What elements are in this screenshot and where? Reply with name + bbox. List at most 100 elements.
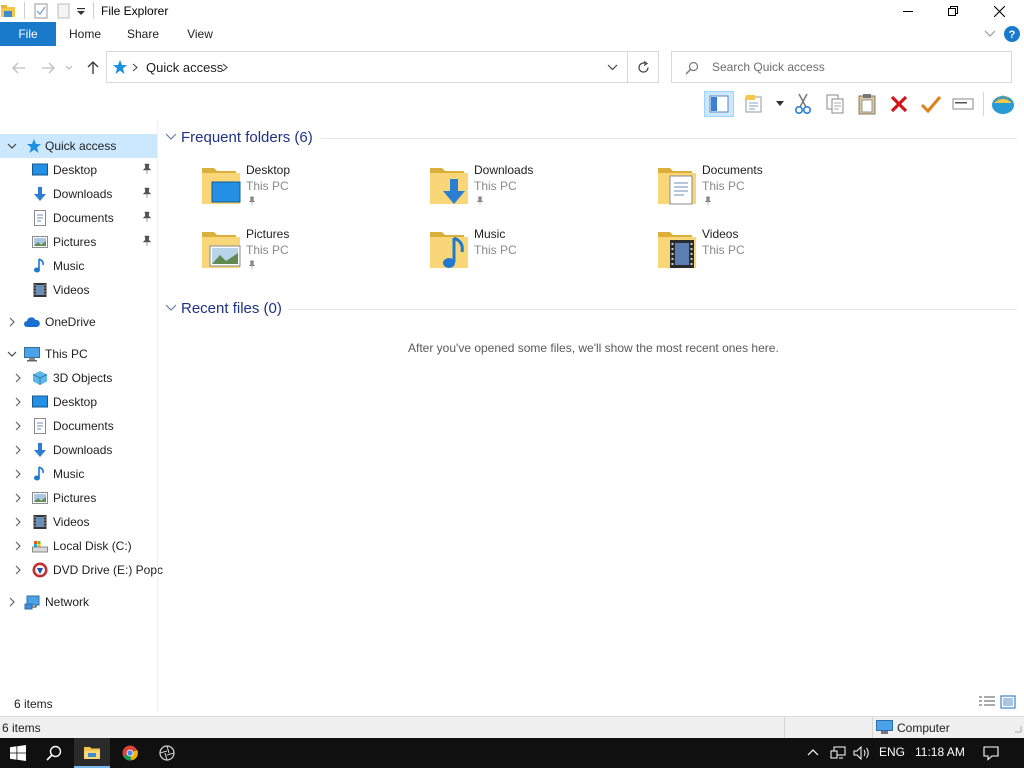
forward-button[interactable] (38, 58, 58, 78)
chevron-right-icon[interactable] (6, 596, 18, 608)
chevron-right-icon[interactable] (12, 564, 24, 576)
nav-network[interactable]: Network (0, 590, 157, 614)
chevron-right-icon[interactable] (12, 540, 24, 552)
file-explorer-app-icon[interactable] (0, 3, 16, 19)
nav-qa-pictures[interactable]: Pictures (0, 230, 157, 254)
action-center-button[interactable] (983, 745, 999, 761)
chevron-right-icon[interactable] (12, 468, 24, 480)
nav-qa-music[interactable]: Music (0, 254, 157, 278)
nav-item-label: Desktop (53, 395, 98, 409)
nav-qa-downloads[interactable]: Downloads (0, 182, 157, 206)
tab-view[interactable]: View (176, 22, 224, 46)
show-hidden-icons-button[interactable] (807, 747, 819, 757)
taskbar-chrome[interactable] (112, 738, 148, 768)
pin-icon[interactable] (141, 187, 153, 199)
chevron-down-icon[interactable] (165, 132, 177, 142)
web-button[interactable] (988, 91, 1018, 117)
chevron-down-icon[interactable] (6, 140, 18, 152)
nav-pc-local-disk[interactable]: Local Disk (C:) (0, 534, 157, 558)
nav-quick-access[interactable]: Quick access (0, 134, 157, 158)
resize-grip-icon[interactable] (1012, 723, 1022, 733)
nav-pc-documents[interactable]: Documents (0, 414, 157, 438)
folder-tile-pictures[interactable]: Pictures This PC (200, 226, 410, 282)
restore-button[interactable] (930, 0, 976, 22)
pane-splitter[interactable] (157, 120, 158, 712)
pin-icon[interactable] (141, 211, 153, 223)
help-icon[interactable]: ? (1004, 26, 1020, 42)
nav-pc-videos[interactable]: Videos (0, 510, 157, 534)
folder-tile-downloads[interactable]: Downloads This PC (428, 162, 638, 218)
refresh-button[interactable] (628, 51, 659, 83)
folder-tile-videos[interactable]: Videos This PC (656, 226, 866, 282)
nav-pc-3d-objects[interactable]: 3D Objects (0, 366, 157, 390)
start-button[interactable] (0, 738, 36, 768)
breadcrumb-separator-icon[interactable] (132, 63, 138, 72)
taskbar-app[interactable] (149, 738, 185, 768)
nav-pc-music[interactable]: Music (0, 462, 157, 486)
nav-qa-desktop[interactable]: Desktop (0, 158, 157, 182)
copy-button[interactable] (820, 91, 850, 117)
taskbar-clock[interactable]: 11:18 AM (915, 745, 965, 759)
delete-button[interactable] (884, 91, 914, 117)
chevron-right-icon[interactable] (12, 444, 24, 456)
apply-button[interactable] (916, 91, 946, 117)
language-indicator[interactable]: ENG (879, 745, 905, 759)
chevron-right-icon[interactable] (12, 420, 24, 432)
tab-file[interactable]: File (0, 22, 56, 46)
breadcrumb-chevron-icon[interactable] (222, 63, 228, 72)
frequent-folders-header[interactable]: Frequent folders (6) (165, 128, 1017, 148)
folder-tile-desktop[interactable]: Desktop This PC (200, 162, 410, 218)
taskbar-file-explorer[interactable] (74, 738, 110, 768)
new-folder-qat-icon[interactable] (57, 3, 71, 19)
chevron-right-icon[interactable] (12, 492, 24, 504)
pin-icon[interactable] (141, 163, 153, 175)
folder-tile-documents[interactable]: Documents This PC (656, 162, 866, 218)
details-view-button[interactable] (978, 695, 996, 711)
nav-pc-desktop[interactable]: Desktop (0, 390, 157, 414)
nav-onedrive[interactable]: OneDrive (0, 310, 157, 334)
nav-qa-documents[interactable]: Documents (0, 206, 157, 230)
tab-share[interactable]: Share (118, 22, 168, 46)
cut-button[interactable] (788, 91, 818, 117)
preview-pane-button[interactable] (704, 91, 734, 117)
expand-ribbon-icon[interactable] (984, 29, 996, 39)
rename-button[interactable] (948, 91, 978, 117)
network-tray-icon[interactable] (830, 746, 846, 760)
taskbar-search-button[interactable] (36, 738, 72, 768)
chevron-down-icon[interactable] (6, 348, 18, 360)
folder-tile-music[interactable]: Music This PC (428, 226, 638, 282)
nav-this-pc-label: This PC (45, 347, 88, 361)
svg-text:?: ? (1009, 29, 1016, 41)
paste-button[interactable] (852, 91, 882, 117)
tab-home[interactable]: Home (60, 22, 110, 46)
globe-shell-icon (992, 95, 1014, 114)
large-icons-view-button[interactable] (1000, 695, 1018, 711)
properties-dropdown-icon[interactable] (776, 101, 784, 106)
chevron-right-icon[interactable] (6, 316, 18, 328)
nav-pc-pictures[interactable]: Pictures (0, 486, 157, 510)
chevron-right-icon[interactable] (12, 516, 24, 528)
pin-icon[interactable] (141, 235, 153, 247)
breadcrumb-quick-access[interactable]: Quick access (146, 60, 223, 75)
properties-qat-icon[interactable] (34, 3, 48, 19)
nav-pc-dvd-drive[interactable]: DVD Drive (E:) Popc (0, 558, 163, 582)
up-button[interactable] (83, 58, 103, 78)
recent-files-header[interactable]: Recent files (0) (165, 299, 1017, 319)
chevron-down-icon[interactable] (165, 303, 177, 313)
folder-location: This PC (702, 243, 745, 257)
chevron-right-icon[interactable] (12, 396, 24, 408)
nav-pc-downloads[interactable]: Downloads (0, 438, 157, 462)
search-box[interactable]: Search Quick access (671, 51, 1012, 83)
nav-this-pc[interactable]: This PC (0, 342, 157, 366)
close-button[interactable] (976, 0, 1022, 22)
chevron-right-icon[interactable] (12, 372, 24, 384)
address-history-dropdown-icon[interactable] (607, 64, 618, 71)
back-button[interactable] (9, 58, 29, 78)
customize-qat-dropdown-icon[interactable] (76, 8, 86, 16)
minimize-button[interactable] (885, 0, 931, 22)
volume-tray-icon[interactable] (853, 746, 871, 760)
recent-locations-button[interactable] (62, 58, 76, 78)
address-bar[interactable]: Quick access (106, 51, 628, 83)
nav-qa-videos[interactable]: Videos (0, 278, 157, 302)
properties-button[interactable] (740, 91, 770, 117)
